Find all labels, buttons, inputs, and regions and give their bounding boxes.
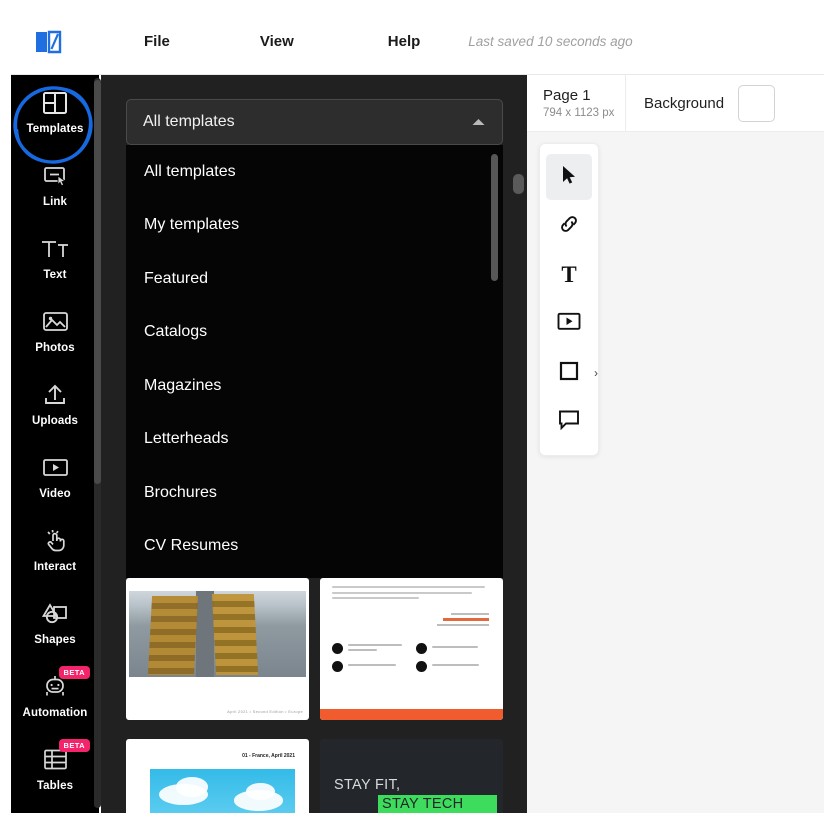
video-play-icon bbox=[42, 454, 69, 482]
template-thumb-stay-fit-magazine[interactable]: STAY FIT, STAY TECH MAGAZINE bbox=[320, 738, 503, 813]
sidebar-item-interact[interactable]: Interact bbox=[11, 513, 99, 586]
text-tool-button[interactable]: T bbox=[546, 252, 592, 298]
templates-panel: April 2021 • Second Edition • Europe 01 … bbox=[101, 75, 527, 813]
dropdown-option-magazines[interactable]: Magazines bbox=[126, 359, 503, 413]
speech-bubble-icon bbox=[558, 409, 580, 435]
dropdown-option-featured[interactable]: Featured bbox=[126, 252, 503, 306]
header-divider bbox=[625, 74, 626, 132]
link-chain-icon bbox=[558, 213, 580, 240]
upload-arrow-icon bbox=[42, 381, 68, 409]
sky-clouds-image bbox=[150, 768, 295, 813]
stayfit-line1: STAY FIT, bbox=[334, 776, 401, 793]
template-category-selected-value: All templates bbox=[143, 113, 235, 130]
templates-grid-icon bbox=[42, 89, 68, 117]
menu-view[interactable]: View bbox=[260, 33, 294, 50]
text-t-icon: T bbox=[561, 262, 577, 287]
sidebar-item-automation[interactable]: BETA Automation bbox=[11, 659, 99, 732]
dropdown-option-cv-resumes[interactable]: CV Resumes bbox=[126, 520, 503, 574]
sidebar-item-uploads[interactable]: Uploads bbox=[11, 367, 99, 440]
square-shape-icon bbox=[559, 361, 579, 386]
sidebar-label-video: Video bbox=[39, 487, 71, 500]
menu-help[interactable]: Help bbox=[388, 33, 421, 50]
sidebar-scrollbar-thumb[interactable] bbox=[94, 80, 101, 484]
background-label: Background bbox=[644, 94, 725, 112]
select-tool-button[interactable] bbox=[546, 154, 592, 200]
canvas-area: Page 1 794 x 1123 px Background T › bbox=[527, 74, 824, 813]
sidebar-label-templates: Templates bbox=[26, 122, 84, 135]
sidebar-item-templates[interactable]: Templates bbox=[11, 75, 99, 148]
aerial-city-image bbox=[129, 591, 306, 677]
letterhead-body-lines bbox=[320, 578, 503, 599]
photo-image-icon bbox=[42, 308, 69, 336]
sidebar-item-photos[interactable]: Photos bbox=[11, 294, 99, 367]
menu-file[interactable]: File bbox=[144, 33, 170, 50]
app-logo[interactable] bbox=[31, 24, 67, 60]
chevron-right-icon: › bbox=[594, 366, 598, 380]
dropdown-option-letterheads[interactable]: Letterheads bbox=[126, 413, 503, 467]
shapes-icon bbox=[41, 600, 69, 628]
dropdown-option-brochures[interactable]: Brochures bbox=[126, 466, 503, 520]
sidebar-label-text: Text bbox=[43, 268, 67, 281]
background-color-swatch[interactable] bbox=[738, 84, 776, 122]
letterhead-orange-footer bbox=[320, 709, 503, 720]
app-root: File View Help Last saved 10 seconds ago… bbox=[0, 0, 835, 813]
sidebar-item-tables[interactable]: BETA Tables bbox=[11, 732, 99, 805]
sidebar-label-link: Link bbox=[42, 195, 68, 208]
sidebar-item-shapes[interactable]: Shapes bbox=[11, 586, 99, 659]
sidebar-label-automation: Automation bbox=[22, 706, 88, 719]
video-play-icon bbox=[557, 312, 581, 336]
link-hotspot-icon bbox=[42, 162, 68, 190]
panel-collapse-handle[interactable] bbox=[513, 174, 524, 194]
template-thumb-sky-clouds[interactable]: 01 - France, April 2021 bbox=[126, 738, 309, 813]
sidebar-item-video[interactable]: Video bbox=[11, 440, 99, 513]
video-tool-button[interactable] bbox=[546, 301, 592, 347]
hand-tap-icon bbox=[42, 527, 69, 555]
flipbook-logo-icon bbox=[36, 30, 62, 53]
template-thumb-aerial-city[interactable]: April 2021 • Second Edition • Europe bbox=[126, 578, 309, 720]
cursor-arrow-icon bbox=[561, 165, 578, 190]
shape-tool-button[interactable]: › bbox=[546, 350, 598, 396]
left-sidebar: Templates Link Text Photos Uploads Video… bbox=[11, 75, 99, 813]
chevron-up-icon bbox=[471, 117, 486, 127]
page-title: Page 1 bbox=[543, 87, 591, 104]
sidebar-label-interact: Interact bbox=[33, 560, 77, 573]
canvas-vertical-toolbar: T › bbox=[539, 143, 599, 456]
stayfit-line2: STAY TECH bbox=[378, 794, 498, 813]
sidebar-label-photos: Photos bbox=[35, 341, 75, 354]
template-category-dropdown[interactable]: All templates bbox=[126, 99, 503, 145]
page-info: Page 1 794 x 1123 px bbox=[527, 87, 625, 119]
letterhead-signature bbox=[320, 613, 503, 626]
dropdown-option-catalogs[interactable]: Catalogs bbox=[126, 306, 503, 360]
top-menu-bar: File View Help Last saved 10 seconds ago bbox=[11, 9, 824, 75]
sidebar-label-tables: Tables bbox=[36, 779, 74, 792]
aerial-city-caption: April 2021 • Second Edition • Europe bbox=[227, 709, 303, 714]
dropdown-option-all-templates[interactable]: All templates bbox=[126, 145, 503, 199]
page-dimensions: 794 x 1123 px bbox=[543, 107, 615, 119]
sidebar-label-shapes: Shapes bbox=[34, 633, 76, 646]
dropdown-option-my-templates[interactable]: My templates bbox=[126, 199, 503, 253]
link-tool-button[interactable] bbox=[546, 203, 592, 249]
sky-clouds-caption: 01 - France, April 2021 bbox=[242, 752, 295, 759]
sidebar-item-link[interactable]: Link bbox=[11, 148, 99, 221]
template-category-option-list[interactable]: All templates My templates Featured Cata… bbox=[126, 145, 503, 578]
text-tt-icon bbox=[40, 235, 70, 263]
save-status-text: Last saved 10 seconds ago bbox=[468, 34, 633, 49]
letterhead-contacts bbox=[320, 629, 503, 672]
sidebar-item-text[interactable]: Text bbox=[11, 221, 99, 294]
template-thumb-letterhead[interactable] bbox=[320, 578, 503, 720]
comment-tool-button[interactable] bbox=[546, 399, 592, 445]
template-thumbnail-grid: April 2021 • Second Edition • Europe 01 … bbox=[126, 578, 503, 813]
dropdown-scrollbar-thumb[interactable] bbox=[491, 154, 498, 281]
beta-badge-automation: BETA bbox=[58, 666, 90, 679]
sidebar-label-uploads: Uploads bbox=[31, 414, 79, 427]
page-header-bar: Page 1 794 x 1123 px Background bbox=[527, 74, 824, 132]
beta-badge-tables: BETA bbox=[58, 739, 90, 752]
